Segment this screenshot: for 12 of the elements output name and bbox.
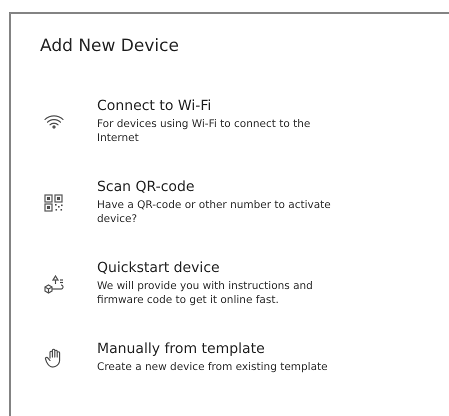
option-title[interactable]: Manually from template (97, 341, 328, 357)
dialog-title: Add New Device (39, 35, 180, 56)
option-description: Have a QR-code or other number to activate device? (97, 198, 332, 226)
option-title[interactable]: Scan QR-code (97, 179, 352, 195)
option-title[interactable]: Quickstart device (97, 260, 352, 276)
qr-code-icon (44, 194, 64, 212)
option-title[interactable]: Connect to Wi-Fi (97, 98, 352, 114)
option-description: Create a new device from existing template (97, 360, 328, 374)
option-description: For devices using Wi-Fi to connect to the Internet (97, 117, 312, 145)
wifi-icon (44, 114, 64, 128)
option-description: We will provide you with instructions and firmware code to get it online fast. (97, 279, 314, 307)
cube-network-icon (43, 274, 65, 294)
